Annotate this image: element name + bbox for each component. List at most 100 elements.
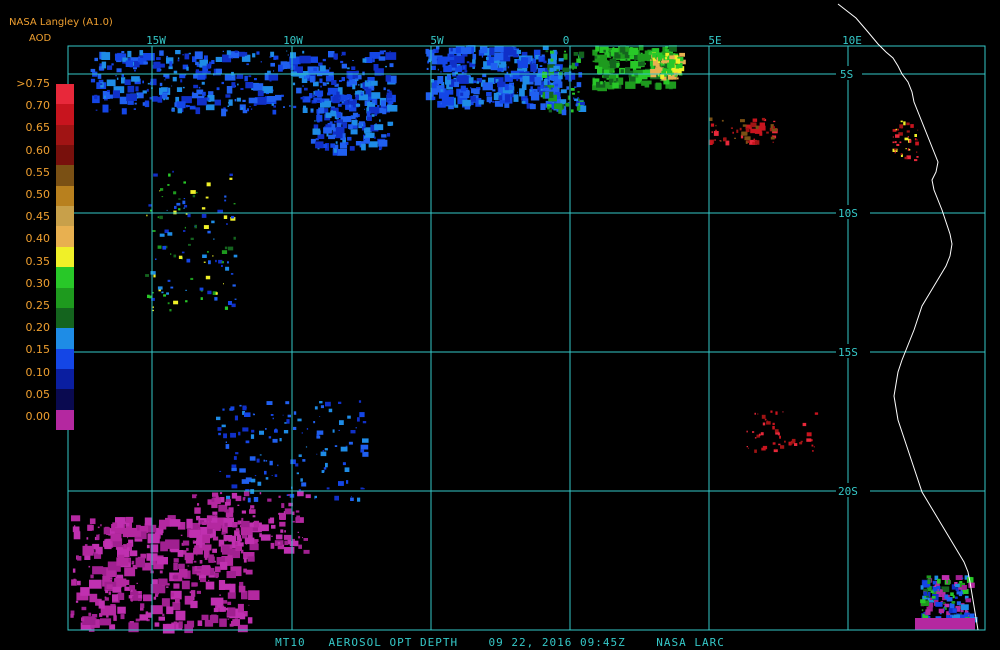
aod-patch-zero (213, 607, 219, 613)
aod-patch-high (774, 429, 779, 433)
aod-patch-low (90, 68, 96, 73)
aod-patch-low (374, 136, 376, 139)
aod-patch-low (144, 53, 150, 61)
aod-patch-scatter (182, 200, 186, 205)
aod-patch-zero (80, 587, 90, 596)
aod-patch-zero (269, 517, 275, 524)
aod-patch-zero (224, 522, 228, 527)
aod-patch-zero (140, 603, 145, 609)
aod-patch-zero (201, 565, 211, 571)
aod-patch-zero (177, 550, 184, 557)
aod-patch-low (360, 93, 364, 96)
aod-patch-scatter (178, 198, 181, 200)
aod-patch-mid (599, 55, 607, 62)
aod-patch-low (127, 50, 132, 58)
aod-patch-low (368, 141, 378, 148)
aod-patch-scatter (231, 215, 235, 219)
aod-patch-high (803, 423, 805, 426)
aod-patch-mid (594, 56, 597, 59)
aod-patch-zero (237, 533, 240, 536)
aod-patch-low (379, 50, 385, 55)
aod-patch-low (272, 417, 274, 420)
aod-patch-mid (608, 50, 609, 53)
aod-patch-scatter (159, 190, 161, 192)
aod-patch-low (215, 56, 222, 62)
aod-patch-low (101, 52, 111, 60)
aod-patch-low (517, 91, 518, 94)
aod-patch-zero (279, 521, 286, 527)
aod-patch-low (218, 432, 221, 436)
aod-patch-scatter (211, 220, 215, 224)
aod-patch-scatter (223, 215, 228, 219)
aod-patch-low (239, 468, 246, 473)
aod-patch-low (489, 47, 495, 56)
aod-patch-low (194, 51, 203, 60)
aod-patch-high (739, 127, 742, 131)
aod-patch-low (231, 467, 237, 472)
aod-patch-zero (237, 504, 240, 506)
aod-patch-high (667, 75, 673, 80)
aod-patch-high (730, 127, 733, 129)
aod-patch-low (374, 69, 382, 76)
aod-patch-mid (644, 82, 650, 88)
aod-patch-zero (98, 534, 100, 536)
aod-patch-low (182, 86, 185, 89)
aod-patch-low (169, 61, 173, 67)
aod-patch-low (230, 406, 235, 411)
aod-patch-low (362, 58, 367, 63)
aod-patch-scatter (199, 287, 204, 291)
aod-patch-low (341, 77, 345, 82)
aod-patch-high (811, 444, 814, 447)
aod-patch-high (770, 136, 775, 140)
aod-patch-low (338, 481, 344, 486)
aod-patch-low (472, 53, 477, 60)
aod-patch-low (225, 94, 231, 98)
aod-patch-low (293, 426, 297, 430)
aod-patch-low (359, 94, 368, 101)
aod-patch-low (939, 613, 942, 615)
aod-patch-low (938, 608, 944, 614)
aod-patch-low (242, 427, 249, 432)
aod-patch-low (496, 92, 499, 94)
aod-patch-low (446, 74, 451, 80)
aod-patch-low (317, 113, 319, 115)
aod-patch-low (104, 95, 106, 99)
aod-patch-mid (579, 101, 585, 106)
aod-patch-high (746, 446, 748, 448)
aod-patch-high (772, 442, 776, 445)
aod-patch-zero (173, 558, 179, 563)
legend-label: 0.60 (25, 143, 51, 157)
aod-patch-low (306, 74, 310, 79)
aod-patch-high (741, 131, 747, 136)
aod-patch-zero (223, 535, 233, 541)
aod-patch-low (135, 86, 139, 92)
aod-patch-high (658, 58, 661, 62)
aod-patch-zero (235, 528, 240, 532)
aod-patch-zero (89, 518, 96, 525)
aod-patch-low (226, 50, 231, 55)
aod-patch-zero (302, 537, 303, 539)
aod-patch-low (436, 58, 438, 61)
aod-patch-low (385, 52, 397, 60)
aod-patch-low (301, 482, 307, 487)
aod-patch-low (249, 106, 251, 108)
aod-patch-zero (158, 616, 165, 621)
lon-label: 10E (842, 34, 862, 47)
aod-patch-low (336, 91, 340, 96)
aod-patch-high (660, 74, 665, 79)
aod-patch-zero (186, 518, 193, 529)
aod-patch-zero (197, 620, 203, 626)
aod-patch-scatter (187, 213, 191, 218)
aod-patch-low (358, 84, 360, 86)
aod-patch-high (758, 433, 761, 436)
aod-patch-low (437, 76, 444, 84)
aod-patch-low (293, 105, 297, 109)
aod-patch-zero (227, 601, 232, 605)
aod-patch-high (894, 148, 897, 151)
aod-patch-high (757, 413, 759, 415)
aod-patch-low (298, 454, 302, 457)
aod-patch-low (932, 580, 937, 585)
aod-patch-low (102, 104, 109, 113)
aod-patch-zero (162, 557, 165, 559)
aod-patch-zero (132, 589, 136, 593)
